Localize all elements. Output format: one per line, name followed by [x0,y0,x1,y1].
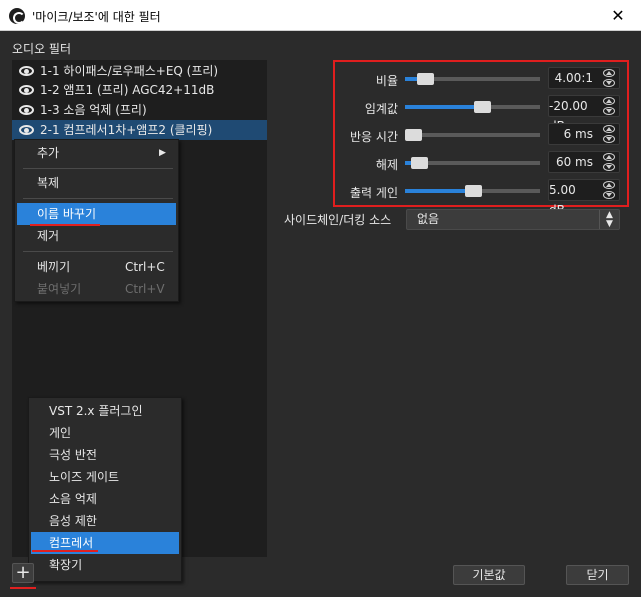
spin-buttons[interactable] [601,181,617,199]
eye-icon[interactable] [19,85,34,95]
spin-up-icon[interactable] [603,181,615,189]
spinbox-value: 60 ms [555,155,593,169]
filter-item[interactable]: 1-3 소음 억제 (프리) [12,100,267,120]
window-title: '마이크/보조'에 대한 필터 [32,10,161,24]
filter-item[interactable]: 1-2 앰프1 (프리) AGC42+11dB [12,80,267,100]
menu-item-duplicate[interactable]: 복제 [17,172,176,194]
menu-item-label: 추가 [37,146,60,160]
chevron-updown-icon: ▲ ▼ [599,210,619,229]
slider-handle[interactable] [464,185,482,197]
close-button[interactable]: 닫기 [566,565,629,585]
filter-item-label: 2-1 컴프레서1차+앰프2 (클리핑) [40,123,213,137]
add-menu-item[interactable]: 소음 억제 [31,488,179,510]
context-menu: 추가 ▶ 복제 이름 바꾸기 제거 베끼기 Ctrl+C 붙여넣기 Ctrl+V [14,139,179,302]
spin-down-icon[interactable] [603,163,615,171]
menu-item-label: 베끼기 [37,260,71,274]
spin-buttons[interactable] [601,97,617,115]
add-button-annotation-underline [10,587,36,589]
release-slider[interactable] [405,157,540,169]
menu-separator [23,198,173,199]
submenu-arrow-icon: ▶ [159,148,166,158]
filter-item-label: 1-1 하이패스/로우패스+EQ (프리) [40,64,219,78]
spin-up-icon[interactable] [603,125,615,133]
ratio-label: 비율 [375,74,398,88]
eye-icon[interactable] [19,66,34,76]
spin-down-icon[interactable] [603,79,615,87]
filter-item-selected[interactable]: 2-1 컴프레서1차+앰프2 (클리핑) [12,120,267,140]
ratio-slider[interactable] [405,73,540,85]
menu-item-add[interactable]: 추가 ▶ [17,142,176,164]
release-label: 해제 [375,158,398,172]
menu-item-remove[interactable]: 제거 [17,225,176,247]
slider-handle[interactable] [473,101,491,113]
attack-label: 반응 시간 [350,130,398,144]
filter-item-label: 1-3 소음 억제 (프리) [40,103,147,117]
slider-fill [405,189,473,193]
ratio-spinbox[interactable]: 4.00:1 [548,67,620,89]
menu-item-copy[interactable]: 베끼기 Ctrl+C [17,256,176,278]
attack-spinbox[interactable]: 6 ms [548,123,620,145]
add-menu-item[interactable]: 극성 반전 [31,444,179,466]
spinbox-value: 4.00:1 [554,71,593,85]
obs-logo-icon [9,8,25,24]
menu-item-label: 붙여넣기 [37,282,82,296]
spin-down-icon[interactable] [603,135,615,143]
output-gain-label: 출력 게인 [350,186,398,200]
slider-fill [405,105,482,109]
spin-buttons[interactable] [601,125,617,143]
eye-icon[interactable] [19,125,34,135]
audio-filters-label: 오디오 필터 [12,42,72,56]
shortcut-label: Ctrl+V [125,282,165,296]
filter-item[interactable]: 1-1 하이패스/로우패스+EQ (프리) [12,61,267,81]
compressor-annotation-underline [32,550,98,552]
threshold-slider[interactable] [405,101,540,113]
slider-handle[interactable] [405,129,423,141]
menu-item-rename[interactable]: 이름 바꾸기 [17,203,176,225]
spin-up-icon[interactable] [603,153,615,161]
spin-up-icon[interactable] [603,69,615,77]
slider-handle[interactable] [417,73,435,85]
spin-buttons[interactable] [601,153,617,171]
add-menu-item[interactable]: VST 2.x 플러그인 [31,400,179,422]
sidechain-value: 없음 [417,212,440,226]
shortcut-label: Ctrl+C [125,260,165,274]
slider-handle[interactable] [410,157,428,169]
rename-annotation-underline [30,224,100,226]
spin-up-icon[interactable] [603,97,615,105]
menu-separator [23,251,173,252]
output-gain-slider[interactable] [405,185,540,197]
add-menu-item[interactable]: 게인 [31,422,179,444]
output-gain-spinbox[interactable]: 5.00 dB [548,179,620,217]
attack-slider[interactable] [405,129,540,141]
filter-item-label: 1-2 앰프1 (프리) AGC42+11dB [40,83,215,97]
spinbox-value: 6 ms [563,127,593,141]
add-menu-item[interactable]: 확장기 [31,554,179,576]
title-bar: '마이크/보조'에 대한 필터 ✕ [0,0,641,31]
threshold-spinbox[interactable]: -20.00 dB [548,95,620,133]
eye-icon[interactable] [19,105,34,115]
add-filter-button[interactable]: + [12,563,34,583]
sidechain-select[interactable]: 없음 ▲ ▼ [406,209,620,230]
release-spinbox[interactable]: 60 ms [548,151,620,173]
spin-down-icon[interactable] [603,107,615,115]
spin-down-icon[interactable] [603,191,615,199]
spin-buttons[interactable] [601,69,617,87]
menu-item-paste: 붙여넣기 Ctrl+V [17,278,176,300]
add-filter-menu: VST 2.x 플러그인 게인 극성 반전 노이즈 게이트 소음 억제 음성 제… [28,397,182,582]
threshold-label: 임계값 [364,102,398,116]
add-menu-item[interactable]: 노이즈 게이트 [31,466,179,488]
defaults-button[interactable]: 기본값 [453,565,525,585]
menu-separator [23,168,173,169]
close-window-button[interactable]: ✕ [595,0,641,31]
sidechain-label: 사이드체인/더킹 소스 [284,213,392,227]
add-menu-item[interactable]: 음성 제한 [31,510,179,532]
